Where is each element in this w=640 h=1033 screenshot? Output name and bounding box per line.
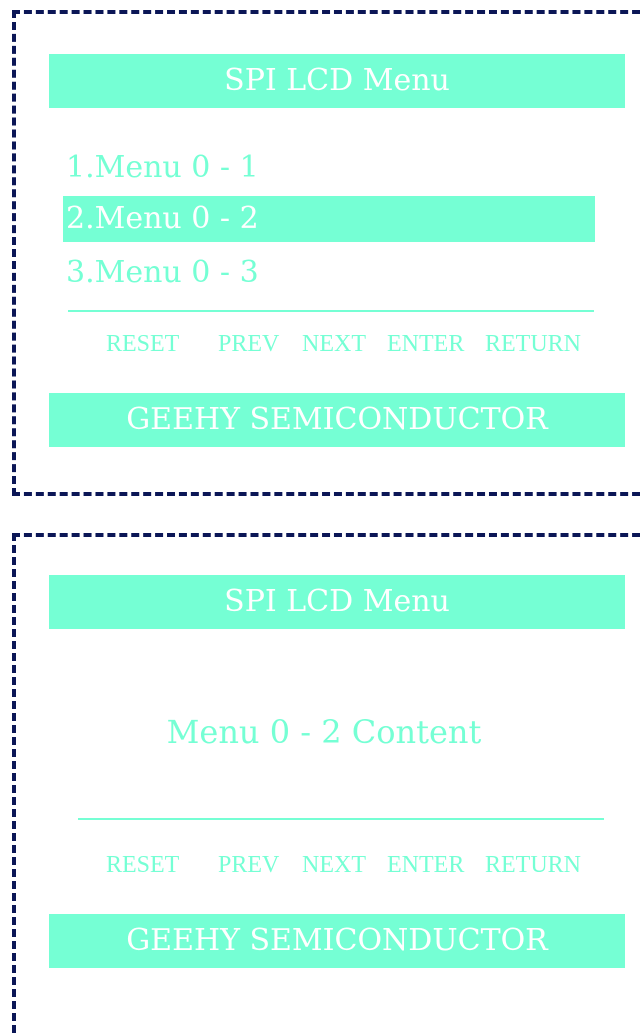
prev-button[interactable]: PREV: [218, 851, 279, 879]
content-text: Menu 0 - 2 Content: [166, 713, 482, 751]
screen-title: SPI LCD Menu: [49, 575, 625, 629]
enter-button[interactable]: ENTER: [387, 851, 464, 879]
enter-button[interactable]: ENTER: [387, 330, 464, 358]
reset-button[interactable]: RESET: [106, 330, 179, 358]
return-button[interactable]: RETURN: [485, 330, 581, 358]
lcd-screen-menu: SPI LCD Menu 1.Menu 0 - 1 2.Menu 0 - 2 3…: [12, 10, 640, 496]
divider: [78, 818, 604, 820]
return-button[interactable]: RETURN: [485, 851, 581, 879]
lcd-screen-content: SPI LCD Menu Menu 0 - 2 Content RESET PR…: [12, 533, 640, 1033]
footer-brand: GEEHY SEMICONDUCTOR: [49, 914, 625, 968]
menu-item-2-selected[interactable]: 2.Menu 0 - 2: [63, 196, 595, 242]
next-button[interactable]: NEXT: [302, 851, 366, 879]
screen-title: SPI LCD Menu: [49, 54, 625, 108]
prev-button[interactable]: PREV: [218, 330, 279, 358]
next-button[interactable]: NEXT: [302, 330, 366, 358]
reset-button[interactable]: RESET: [106, 851, 179, 879]
menu-item-1[interactable]: 1.Menu 0 - 1: [63, 145, 259, 191]
divider: [68, 310, 594, 312]
footer-brand: GEEHY SEMICONDUCTOR: [49, 393, 625, 447]
menu-item-3[interactable]: 3.Menu 0 - 3: [63, 250, 259, 296]
